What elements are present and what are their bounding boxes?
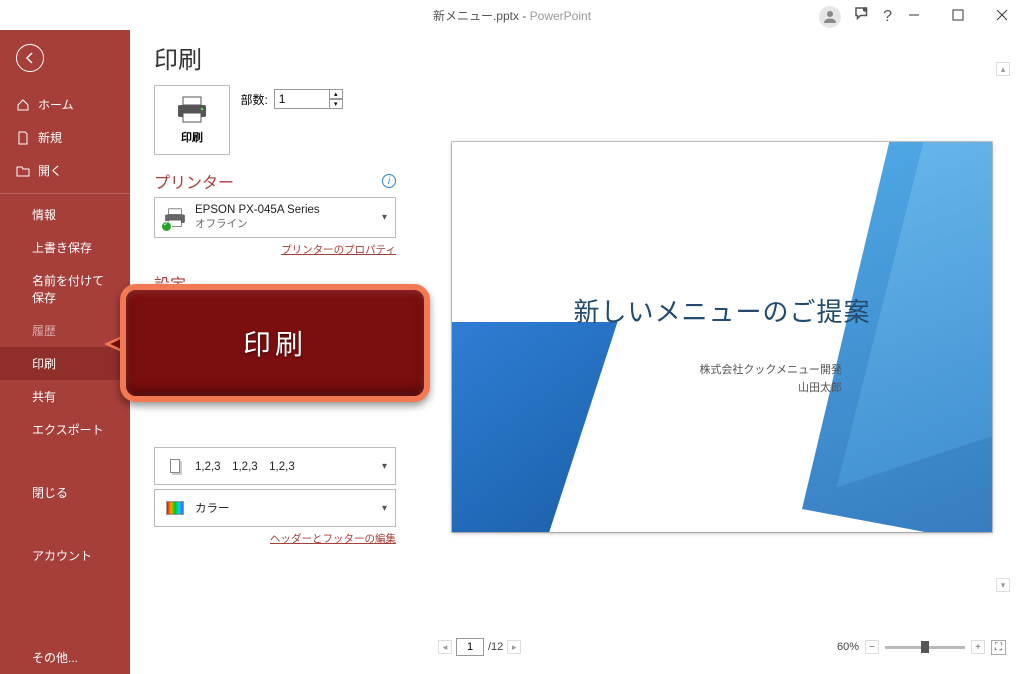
nav-export[interactable]: エクスポート	[0, 413, 130, 446]
printer-dropdown[interactable]: EPSON PX-045A Seriesオフライン ▾	[154, 197, 396, 238]
nav-share[interactable]: 共有	[0, 380, 130, 413]
printer-properties-link[interactable]: プリンターのプロパティ	[154, 242, 396, 257]
print-preview: ▴ ▾ 新しいメニューのご提案 株式会社クックメニュー開発山田太郎 ◂ /12 …	[420, 30, 1024, 674]
slide-subtitle: 株式会社クックメニュー開発山田太郎	[699, 362, 842, 397]
slide-preview: 新しいメニューのご提案 株式会社クックメニュー開発山田太郎	[452, 142, 992, 532]
tell-me-icon[interactable]	[853, 5, 871, 28]
callout-print-highlight: 印刷	[120, 284, 430, 402]
printer-heading: プリンター	[154, 169, 234, 193]
titlebar: 新メニュー.pptx - PowerPoint ?	[0, 0, 1024, 30]
zoom-in-button[interactable]: +	[971, 640, 985, 654]
nav-other[interactable]: その他...	[0, 641, 130, 674]
minimize-button[interactable]	[892, 0, 936, 30]
nav-save-as[interactable]: 名前を付けて保存	[0, 264, 130, 314]
back-button[interactable]	[16, 44, 44, 72]
scroll-up-button[interactable]: ▴	[996, 62, 1010, 76]
slide-title-text: 新しいメニューのご提案	[452, 292, 992, 329]
page-total: /12	[488, 641, 503, 653]
nav-home[interactable]: ホーム	[0, 88, 130, 121]
nav-save[interactable]: 上書き保存	[0, 231, 130, 264]
info-icon[interactable]: i	[382, 174, 396, 188]
printer-icon	[163, 206, 187, 230]
zoom-slider[interactable]	[885, 646, 965, 649]
account-avatar[interactable]	[819, 6, 841, 28]
nav-account[interactable]: アカウント	[0, 539, 130, 572]
nav-info[interactable]: 情報	[0, 193, 130, 231]
copies-label: 部数:	[240, 91, 267, 108]
zoom-percent: 60%	[837, 641, 859, 653]
document-title: 新メニュー.pptx - PowerPoint	[433, 7, 591, 24]
nav-close[interactable]: 閉じる	[0, 476, 130, 509]
help-icon[interactable]: ?	[883, 8, 892, 26]
fit-window-button[interactable]: ⛶	[991, 640, 1006, 655]
print-button[interactable]: 印刷	[154, 85, 230, 155]
page-title: 印刷	[154, 40, 396, 75]
page-input[interactable]	[456, 638, 484, 656]
color-dropdown[interactable]: カラー ▾	[154, 489, 396, 527]
chevron-down-icon: ▾	[382, 212, 387, 223]
scroll-down-button[interactable]: ▾	[996, 578, 1010, 592]
collate-icon	[163, 454, 187, 478]
zoom-out-button[interactable]: −	[865, 640, 879, 654]
nav-open[interactable]: 開く	[0, 154, 130, 187]
close-button[interactable]	[980, 0, 1024, 30]
maximize-button[interactable]	[936, 0, 980, 30]
nav-new[interactable]: 新規	[0, 121, 130, 154]
page-prev-button[interactable]: ◂	[438, 640, 452, 654]
header-footer-link[interactable]: ヘッダーとフッターの編集	[154, 531, 396, 546]
page-next-button[interactable]: ▸	[507, 640, 521, 654]
color-icon	[163, 496, 187, 520]
copies-input[interactable]	[274, 89, 330, 109]
sort-dropdown[interactable]: 1,2,3 1,2,3 1,2,3 ▾	[154, 447, 396, 485]
copies-spinner[interactable]: ▴▾	[329, 89, 343, 109]
